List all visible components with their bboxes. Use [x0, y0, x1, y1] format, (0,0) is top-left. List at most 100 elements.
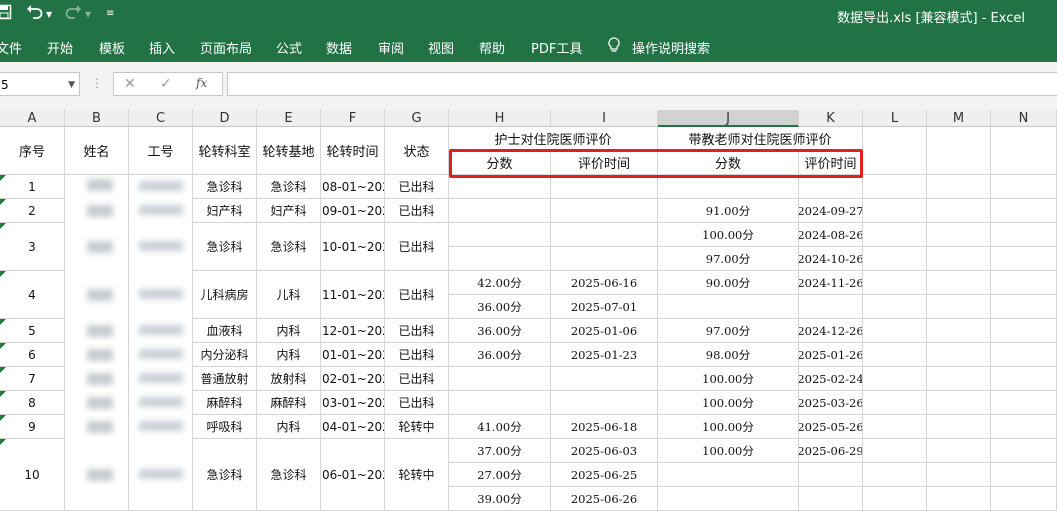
row-no[interactable]: 1 [0, 175, 65, 199]
empty-cell[interactable] [991, 367, 1057, 391]
nurse-time-cell[interactable]: 2025-01-06 [551, 319, 658, 343]
row-status[interactable]: 轮转中 [385, 415, 449, 439]
nurse-time-cell[interactable]: 2025-01-23 [551, 343, 658, 367]
row-no[interactable]: 6 [0, 343, 65, 367]
nurse-score-cell[interactable]: 27.00分 [449, 463, 551, 487]
row-time[interactable]: 03-01~2025- [321, 391, 385, 415]
header-nurse-group[interactable]: 护士对住院医师评价 [449, 127, 658, 151]
row-dept[interactable]: 急诊科 [193, 439, 257, 511]
error-indicator-icon[interactable] [0, 343, 6, 349]
empty-cell[interactable] [927, 391, 991, 415]
empty-cell[interactable] [863, 391, 927, 415]
column-header-h[interactable]: H [449, 110, 551, 127]
name-box-dropdown-icon[interactable]: ▼ [68, 73, 75, 97]
tab-home[interactable]: 开始 [47, 38, 73, 57]
empty-cell[interactable] [991, 343, 1057, 367]
row-status[interactable]: 已出科 [385, 391, 449, 415]
tab-view[interactable]: 视图 [428, 38, 454, 57]
teacher-time-cell[interactable]: 2024-11-26 [799, 271, 863, 295]
row-time[interactable]: 04-01~2025- [321, 415, 385, 439]
error-indicator-icon[interactable] [0, 367, 6, 373]
error-indicator-icon[interactable] [0, 319, 6, 325]
empty-cell[interactable] [927, 367, 991, 391]
empty-cell[interactable] [991, 487, 1057, 511]
tab-help[interactable]: 帮助 [479, 38, 505, 57]
error-indicator-icon[interactable] [0, 199, 6, 205]
empty-cell[interactable] [991, 271, 1057, 295]
teacher-score-cell[interactable]: 90.00分 [658, 271, 799, 295]
nurse-score-cell[interactable]: 39.00分 [449, 487, 551, 511]
error-indicator-icon[interactable] [0, 439, 6, 445]
row-time[interactable]: 06-01~2025- [321, 439, 385, 511]
tab-file[interactable]: 文件 [0, 38, 22, 57]
header-base[interactable]: 轮转基地 [257, 127, 321, 175]
teacher-time-cell[interactable] [799, 463, 863, 487]
empty-cell[interactable] [927, 343, 991, 367]
empty-cell[interactable] [863, 295, 927, 319]
column-header-b[interactable]: B [65, 110, 129, 127]
empty-cell[interactable] [927, 127, 991, 175]
column-header-f[interactable]: F [321, 110, 385, 127]
empty-cell[interactable] [927, 199, 991, 223]
teacher-score-cell[interactable]: 100.00分 [658, 439, 799, 463]
row-no[interactable]: 9 [0, 415, 65, 439]
row-no[interactable]: 4 [0, 271, 65, 319]
row-base[interactable]: 急诊科 [257, 439, 321, 511]
nurse-time-cell[interactable] [551, 367, 658, 391]
teacher-score-cell[interactable]: 97.00分 [658, 319, 799, 343]
empty-cell[interactable] [991, 439, 1057, 463]
customize-icon[interactable]: ≡ [106, 8, 114, 19]
undo-icon[interactable] [26, 4, 44, 24]
empty-cell[interactable] [991, 463, 1057, 487]
row-no[interactable]: 3 [0, 223, 65, 271]
teacher-time-cell[interactable]: 2024-08-26 [799, 223, 863, 247]
row-no[interactable]: 8 [0, 391, 65, 415]
header-time[interactable]: 轮转时间 [321, 127, 385, 175]
row-no[interactable]: 7 [0, 367, 65, 391]
teacher-time-cell[interactable]: 2024-09-27 [799, 199, 863, 223]
column-header-m[interactable]: M [927, 110, 991, 127]
empty-cell[interactable] [927, 487, 991, 511]
empty-cell[interactable] [991, 223, 1057, 247]
row-status[interactable]: 已出科 [385, 271, 449, 319]
teacher-score-cell[interactable] [658, 295, 799, 319]
nurse-score-cell[interactable]: 37.00分 [449, 439, 551, 463]
empty-cell[interactable] [863, 367, 927, 391]
save-icon[interactable] [0, 4, 12, 24]
column-header-a[interactable]: A [0, 110, 65, 127]
nurse-score-cell[interactable] [449, 175, 551, 199]
empty-cell[interactable] [863, 175, 927, 199]
row-status[interactable]: 已出科 [385, 367, 449, 391]
row-status[interactable]: 已出科 [385, 319, 449, 343]
nurse-time-cell[interactable]: 2025-06-18 [551, 415, 658, 439]
redo-icon[interactable] [64, 4, 82, 24]
tell-me-search[interactable]: 操作说明搜索 [632, 38, 710, 57]
row-base[interactable]: 妇产科 [257, 199, 321, 223]
row-dept[interactable]: 血液科 [193, 319, 257, 343]
row-base[interactable]: 急诊科 [257, 223, 321, 271]
empty-cell[interactable] [991, 127, 1057, 175]
header-dept[interactable]: 轮转科室 [193, 127, 257, 175]
column-header-j[interactable]: J [658, 110, 799, 127]
nurse-score-cell[interactable] [449, 199, 551, 223]
enter-icon[interactable]: ✓ [160, 76, 172, 92]
empty-cell[interactable] [863, 415, 927, 439]
empty-cell[interactable] [991, 175, 1057, 199]
error-indicator-icon[interactable] [0, 223, 6, 229]
empty-cell[interactable] [863, 247, 927, 271]
header-id[interactable]: 工号 [129, 127, 193, 175]
empty-cell[interactable] [927, 247, 991, 271]
row-time[interactable]: 11-01~2024- [321, 271, 385, 319]
row-time[interactable]: 08-01~2024- [321, 175, 385, 199]
empty-cell[interactable] [863, 487, 927, 511]
empty-cell[interactable] [991, 319, 1057, 343]
teacher-time-cell[interactable]: 2025-06-29 [799, 439, 863, 463]
teacher-score-cell[interactable] [658, 175, 799, 199]
nurse-score-cell[interactable]: 42.00分 [449, 271, 551, 295]
teacher-time-cell[interactable] [799, 175, 863, 199]
teacher-score-cell[interactable]: 100.00分 [658, 223, 799, 247]
row-no[interactable]: 2 [0, 199, 65, 223]
teacher-time-cell[interactable]: 2024-10-26 [799, 247, 863, 271]
empty-cell[interactable] [863, 343, 927, 367]
tab-page-layout[interactable]: 页面布局 [200, 38, 252, 57]
